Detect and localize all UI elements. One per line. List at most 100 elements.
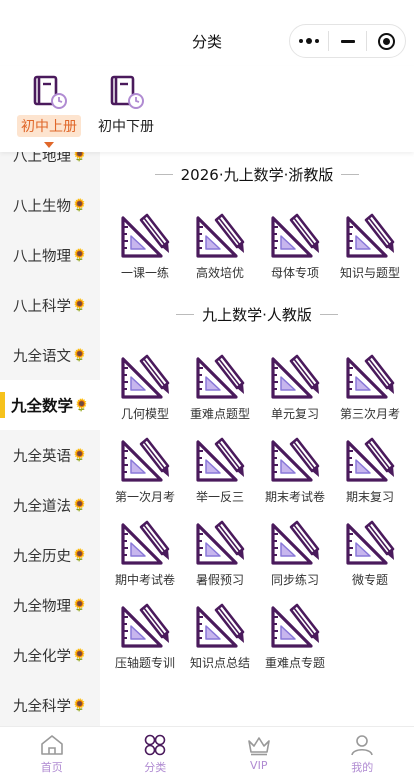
category-tab-lower[interactable]: 初中下册	[87, 74, 165, 137]
sidebar-item-label: 八上科学	[13, 298, 72, 315]
resource-item[interactable]: 期中考试卷	[108, 519, 182, 588]
resource-label: 举一反三	[195, 490, 244, 504]
sidebar-item-label: 九全科学	[13, 698, 72, 715]
resource-label: 母体专项	[270, 266, 319, 280]
more-button[interactable]	[290, 25, 328, 57]
page: 分类 初中上册 初中下册 八上地理 🌻 八上生物 🌻 八上物理 🌻 八上科学 🌻…	[0, 0, 414, 780]
category-tab-upper[interactable]: 初中上册	[10, 74, 88, 148]
resource-label: 几何模型	[120, 407, 169, 421]
nav-profile[interactable]: 我的	[311, 727, 414, 780]
resource-item[interactable]: 同步练习	[258, 519, 332, 588]
active-caret-icon	[44, 142, 54, 148]
resource-item[interactable]: 母体专项	[258, 212, 332, 281]
ruler-triangle-icon	[196, 213, 245, 258]
resource-label: 期末考试卷	[264, 490, 325, 504]
sidebar-item[interactable]: 八上地理 🌻	[0, 152, 100, 180]
nav-home[interactable]: 首页	[0, 727, 104, 780]
resource-item[interactable]: 知识点总结	[183, 602, 257, 671]
resource-item[interactable]: 一课一练	[108, 212, 182, 281]
sunflower-icon: 🌻	[74, 398, 89, 412]
sidebar-item[interactable]: 九全数学 🌻	[0, 380, 100, 430]
ruler-triangle-icon	[346, 520, 395, 565]
sidebar-item[interactable]: 九全物理 🌻	[0, 580, 100, 630]
mini-program-capsule	[289, 24, 406, 58]
resource-item[interactable]: 知识与题型	[333, 212, 407, 281]
sidebar-item-label: 九全物理	[13, 598, 72, 615]
resource-item[interactable]: 第三次月考	[333, 353, 407, 422]
sidebar-item[interactable]: 九全化学 🌻	[0, 630, 100, 680]
sidebar-item-label: 九全英语	[13, 448, 72, 465]
close-target-icon	[377, 32, 395, 50]
sidebar-item-label: 八上生物	[13, 198, 72, 215]
sidebar-item[interactable]: 九全道法 🌻	[0, 480, 100, 530]
sidebar-item-label: 八上物理	[13, 248, 72, 265]
ruler-triangle-icon	[121, 354, 170, 399]
minimize-button[interactable]	[329, 25, 367, 57]
ruler-triangle-icon	[271, 437, 320, 482]
resource-item[interactable]: 期末复习	[333, 436, 407, 505]
ruler-triangle-icon	[271, 603, 320, 648]
resource-label: 第三次月考	[339, 407, 400, 421]
sidebar-item[interactable]: 九全英语 🌻	[0, 430, 100, 480]
resource-item[interactable]: 重难点专题	[258, 602, 332, 671]
sunflower-icon: 🌻	[72, 648, 87, 662]
resource-label: 第一次月考	[114, 490, 175, 504]
book-clock-icon	[110, 75, 144, 109]
sunflower-icon: 🌻	[72, 698, 87, 712]
sidebar-item-label: 九全历史	[13, 548, 72, 565]
ruler-triangle-icon	[346, 213, 395, 258]
book-clock-icon	[33, 75, 67, 109]
sidebar-item[interactable]: 八上生物 🌻	[0, 180, 100, 230]
resource-label: 重难点专题	[264, 656, 325, 670]
sidebar-item[interactable]: 九全科学 🌻	[0, 680, 100, 726]
sidebar-item-label: 九全道法	[13, 498, 72, 515]
header: 分类	[0, 0, 414, 66]
resource-label: 知识点总结	[189, 656, 250, 670]
ruler-triangle-icon	[196, 603, 245, 648]
sidebar-item[interactable]: 八上科学 🌻	[0, 280, 100, 330]
resource-label: 期中考试卷	[114, 573, 175, 587]
sunflower-icon: 🌻	[72, 498, 87, 512]
sidebar-item-label: 九全语文	[13, 348, 72, 365]
resource-item[interactable]: 第一次月考	[108, 436, 182, 505]
resource-item[interactable]: 重难点题型	[183, 353, 257, 422]
resource-grid: 一课一练 高效培优 母体专项 知识与题型	[108, 212, 408, 281]
resource-item[interactable]: 压轴题专训	[108, 602, 182, 671]
subject-sidebar[interactable]: 八上地理 🌻 八上生物 🌻 八上物理 🌻 八上科学 🌻 九全语文 🌻 九全数学 🌻 九全英语 🌻 九全道法 🌻…	[0, 152, 100, 726]
resource-item[interactable]: 举一反三	[183, 436, 257, 505]
resource-item[interactable]: 暑假预习	[183, 519, 257, 588]
resource-item[interactable]: 期末考试卷	[258, 436, 332, 505]
resource-item[interactable]: 单元复习	[258, 353, 332, 422]
sidebar-item[interactable]: 九全语文 🌻	[0, 330, 100, 380]
sidebar-item-label: 九全化学	[13, 648, 72, 665]
nav-vip[interactable]: VIP	[207, 727, 311, 780]
resource-grid: 几何模型 重难点题型 单元复习 第三次月考第一次月考 举一反三 期末考试卷 期末复习期中考试…	[108, 353, 408, 671]
ruler-triangle-icon	[121, 603, 170, 648]
more-dots-icon	[298, 38, 319, 44]
ruler-triangle-icon	[271, 213, 320, 258]
ruler-triangle-icon	[196, 354, 245, 399]
home-icon	[40, 735, 63, 755]
ruler-triangle-icon	[271, 354, 320, 399]
sunflower-icon: 🌻	[72, 448, 87, 462]
sidebar-item[interactable]: 九全历史 🌻	[0, 530, 100, 580]
resource-label: 重难点题型	[189, 407, 250, 421]
section-title: 九上数学·人教版	[100, 304, 414, 325]
resource-item[interactable]: 微专题	[333, 519, 407, 588]
resource-item[interactable]: 高效培优	[183, 212, 257, 281]
resource-label: 知识与题型	[339, 266, 400, 280]
resource-item[interactable]: 几何模型	[108, 353, 182, 422]
sunflower-icon: 🌻	[72, 548, 87, 562]
sunflower-icon: 🌻	[72, 348, 87, 362]
sunflower-icon: 🌻	[72, 598, 87, 612]
ruler-triangle-icon	[121, 437, 170, 482]
resource-label: 单元复习	[270, 407, 319, 421]
resource-label: 一课一练	[120, 266, 169, 280]
sidebar-item[interactable]: 八上物理 🌻	[0, 230, 100, 280]
close-button[interactable]	[367, 25, 405, 57]
category-icon	[144, 734, 166, 756]
category-bar: 初中上册 初中下册	[0, 66, 414, 152]
user-icon	[351, 735, 374, 756]
nav-category[interactable]: 分类	[104, 727, 208, 780]
sidebar-item-label: 九全数学	[11, 397, 74, 415]
